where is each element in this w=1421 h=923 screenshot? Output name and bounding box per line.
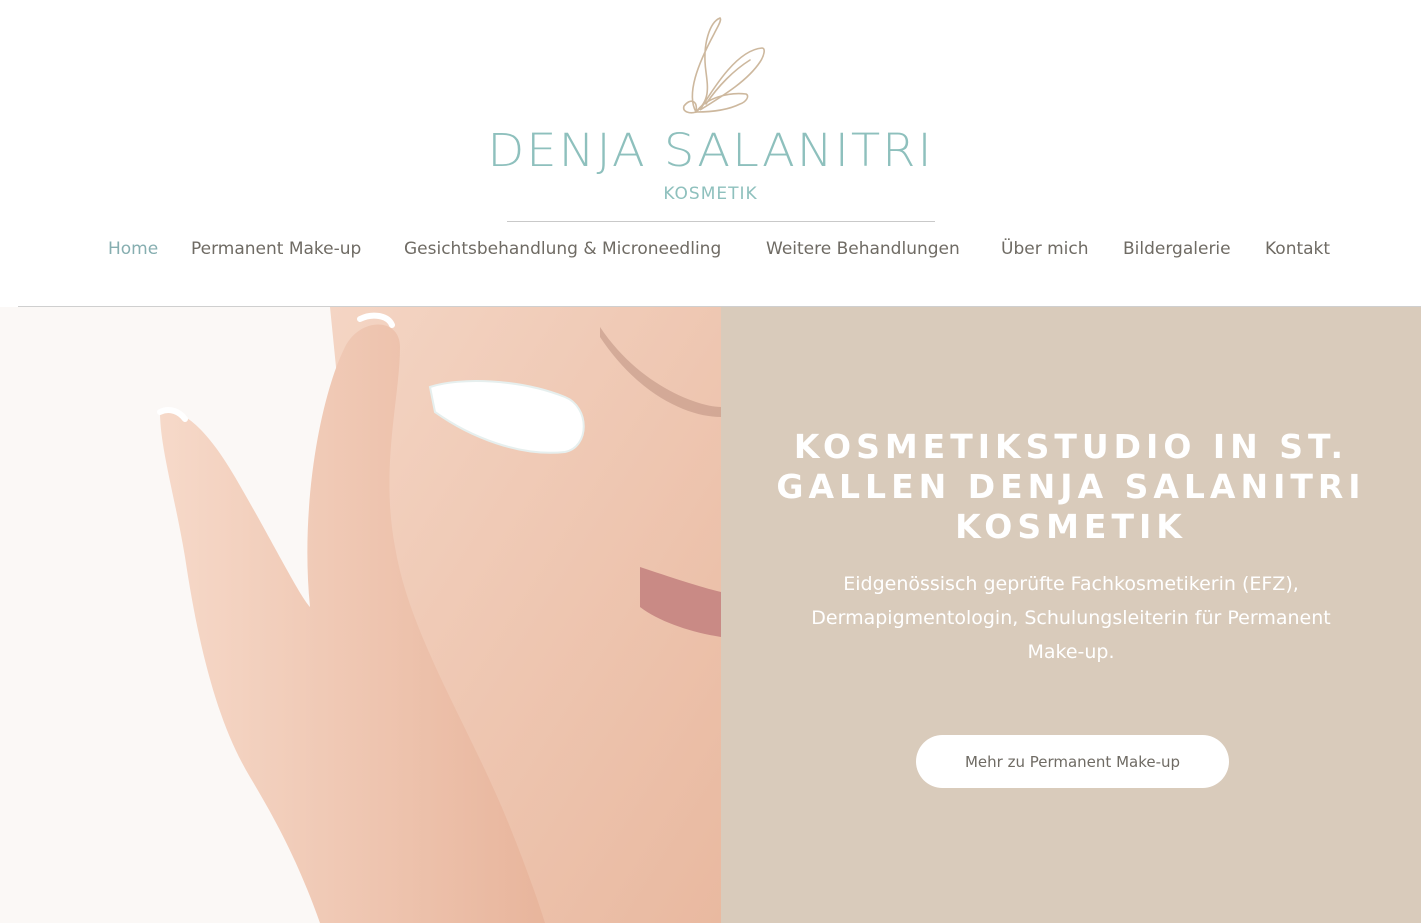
main-nav: Home Permanent Make-up Gesichtsbehandlun… xyxy=(0,235,1421,265)
butterfly-icon xyxy=(682,17,765,114)
logo[interactable]: DENJA SALANITRI KOSMETIK xyxy=(0,0,1421,225)
site-header: DENJA SALANITRI KOSMETIK Home Permanent … xyxy=(0,0,1421,307)
hero-title: KOSMETIKSTUDIO IN ST. GALLEN DENJA SALAN… xyxy=(776,427,1366,546)
hero-image xyxy=(0,307,721,923)
logo-divider xyxy=(507,221,935,222)
brand-subtitle: KOSMETIK xyxy=(663,184,758,204)
hero-description: Eidgenössisch geprüfte Fachkosmetikerin … xyxy=(811,573,1331,663)
nav-item-bildergalerie[interactable]: Bildergalerie xyxy=(1123,235,1231,263)
nav-item-kontakt[interactable]: Kontakt xyxy=(1265,235,1330,263)
hero-panel: KOSMETIKSTUDIO IN ST. GALLEN DENJA SALAN… xyxy=(721,307,1421,923)
nav-item-home[interactable]: Home xyxy=(108,235,158,263)
brand-name: DENJA SALANITRI xyxy=(487,124,934,178)
nav-item-ueber-mich[interactable]: Über mich xyxy=(1001,235,1089,263)
nav-item-gesichtsbehandlung[interactable]: Gesichtsbehandlung & Microneedling xyxy=(404,235,721,263)
nav-item-permanent-make-up[interactable]: Permanent Make-up xyxy=(191,235,361,263)
nav-item-weitere-behandlungen[interactable]: Weitere Behandlungen xyxy=(766,235,960,263)
permanent-make-up-button[interactable]: Mehr zu Permanent Make-up xyxy=(916,735,1229,788)
